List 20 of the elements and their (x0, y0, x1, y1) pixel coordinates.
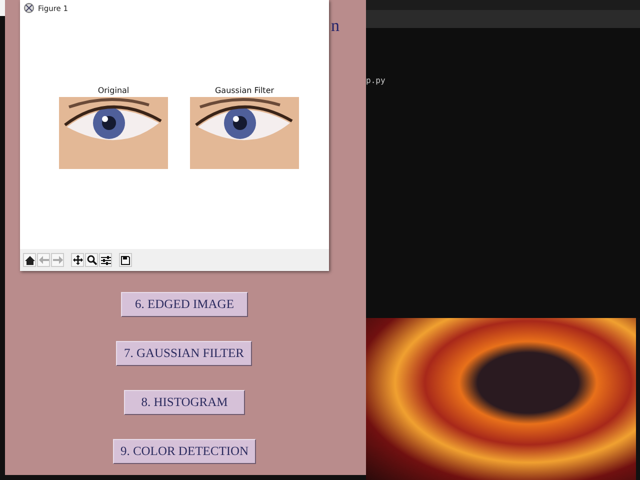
home-button[interactable] (23, 253, 36, 267)
menu-button[interactable]: 8. HISTOGRAM (124, 390, 245, 415)
search-icon (86, 255, 96, 265)
terminal-text: p.py (366, 76, 386, 85)
sliders-icon (100, 256, 110, 264)
save-button[interactable] (119, 253, 132, 267)
right-arrow-icon (52, 256, 62, 264)
app-icon (24, 3, 34, 13)
left-arrow-icon (38, 256, 48, 264)
plot-title: Gaussian Filter (214, 86, 274, 95)
move-icon (72, 255, 82, 265)
menu-button[interactable]: 9. COLOR DETECTION (113, 439, 256, 464)
home-icon (24, 256, 34, 264)
window-heading: n (331, 16, 340, 36)
configure-button[interactable] (99, 253, 112, 267)
plot-title: Original (98, 86, 130, 95)
menu-button[interactable]: 7. GAUSSIAN FILTER (116, 341, 252, 366)
menu-button[interactable]: 6. EDGED IMAGE (121, 292, 248, 317)
zoom-button[interactable] (85, 253, 98, 267)
pan-button[interactable] (71, 253, 84, 267)
